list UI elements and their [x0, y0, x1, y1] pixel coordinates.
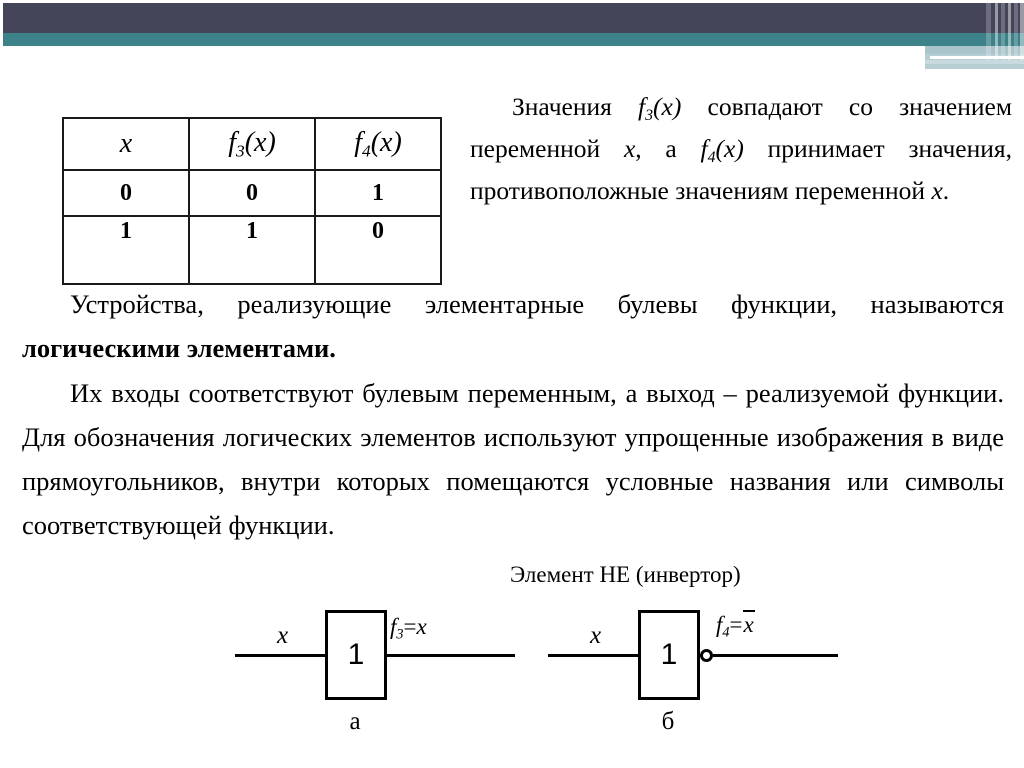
- paragraph-inputs: Их входы соответствуют булевым переменны…: [22, 378, 1004, 540]
- paragraph-devices-text: Устройства, реализующие элементарные бул…: [70, 289, 1004, 319]
- decorative-header-band: [0, 0, 1024, 69]
- x-overline: x: [742, 610, 755, 637]
- header-vertical-stripe-6: [1020, 0, 1024, 60]
- inline-x: x: [623, 134, 636, 164]
- intro-paragraph: Значения f3(x) совпадают со значением пе…: [470, 92, 1013, 206]
- gate-a-symbol: 1: [347, 638, 365, 671]
- table-header-row: x f3(x) f4(x): [62, 117, 442, 171]
- gate-b-box: 1: [638, 610, 700, 700]
- table-header-f4: f4(x): [314, 117, 442, 171]
- table-header-f3: f3(x): [188, 117, 316, 171]
- gate-a-box: 1: [325, 610, 387, 700]
- gate-diagram-b: x 1 f4=x б: [548, 600, 838, 735]
- gate-b-output-wire: [713, 654, 838, 657]
- table-cell-f4-row1: 0: [314, 215, 442, 285]
- header-vertical-stripe-3: [1001, 0, 1005, 60]
- header-small-accent-bar: [925, 64, 1024, 69]
- gate-b-output-label: f4=x: [716, 610, 755, 641]
- table-cell-x-row0: 0: [62, 169, 190, 217]
- inline-f3: f3(x): [638, 92, 682, 125]
- table-cell-f3-row0: 0: [188, 169, 316, 217]
- inline-x-2: x: [931, 176, 943, 206]
- paragraph-devices: Устройства, реализующие элементарные бул…: [22, 282, 1004, 370]
- gate-b-input-label: x: [590, 622, 602, 649]
- header-white-notch: [0, 46, 925, 54]
- header-vertical-stripe-5: [1014, 0, 1018, 60]
- gate-a-output-label: f3=x: [390, 614, 427, 643]
- table-row: 0 0 1: [62, 169, 442, 217]
- gate-a-input-wire: [235, 654, 327, 657]
- header-vertical-stripe-4: [1008, 0, 1011, 60]
- table-cell-f3-row1: 1: [188, 215, 316, 285]
- table-cell-f4-row0: 1: [314, 169, 442, 217]
- gate-b-caption: б: [661, 708, 675, 735]
- logic-elements-term: логическими элементами.: [22, 333, 336, 363]
- gate-section-title: Элемент НЕ (инвертор): [510, 562, 741, 587]
- header-teal-bar: [3, 33, 1024, 46]
- header-vertical-stripe-2: [995, 0, 998, 60]
- table-cell-x-row1: 1: [62, 215, 190, 285]
- gate-b-symbol: 1: [660, 638, 678, 671]
- inversion-bubble-icon: [700, 649, 713, 662]
- header-vertical-stripe-1: [986, 0, 991, 60]
- truth-table: x f3(x) f4(x) 0 0 1 1 1 0: [62, 117, 442, 285]
- gate-a-output-wire: [387, 654, 515, 657]
- header-left-edge: [0, 0, 3, 60]
- table-row: 1 1 0: [62, 215, 442, 285]
- gate-diagram-a: x 1 f3=x а: [235, 600, 515, 735]
- gate-a-caption: а: [349, 708, 361, 735]
- table-header-x: x: [62, 117, 190, 171]
- header-navy-bar: [3, 3, 1024, 33]
- inline-f4: f4(x): [700, 134, 744, 167]
- gate-a-input-label: x: [277, 622, 289, 649]
- gate-b-input-wire: [548, 654, 640, 657]
